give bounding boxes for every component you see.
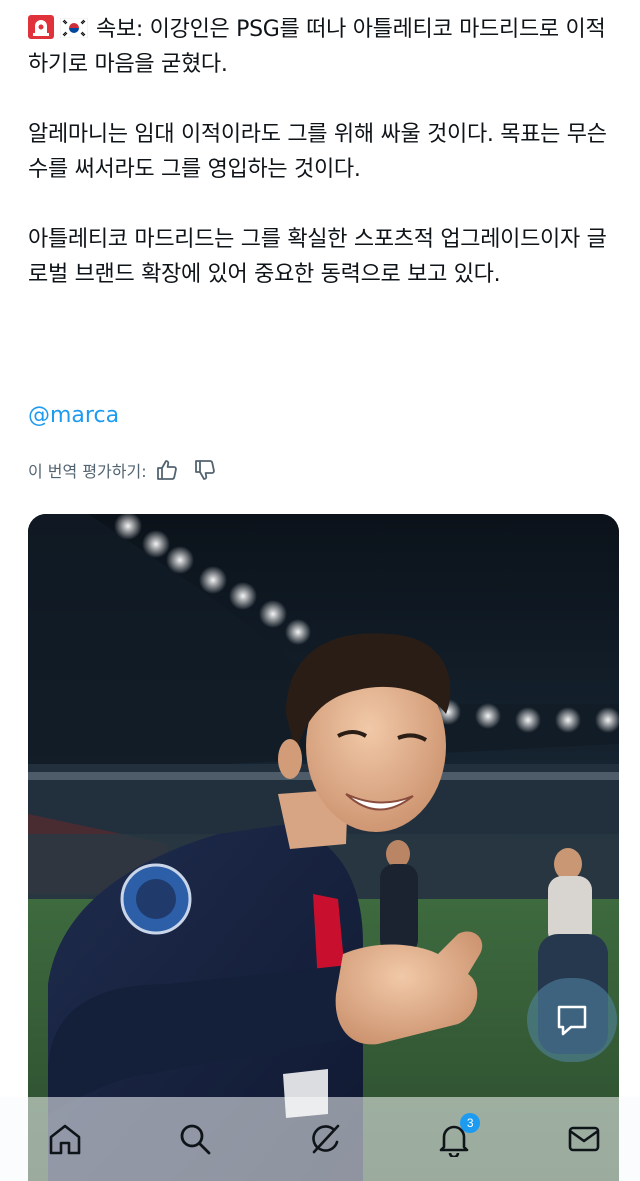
nav-grok[interactable] (305, 1119, 345, 1159)
post-paragraph-3: 아틀레티코 마드리드는 그를 확실한 스포츠적 업그레이드이자 글로벌 브랜드 … (28, 227, 607, 287)
nav-messages[interactable] (564, 1119, 604, 1159)
siren-emoji (28, 15, 54, 39)
bottom-navigation: 3 (0, 1097, 640, 1181)
south-korea-flag-emoji (60, 18, 88, 38)
search-icon (180, 1124, 211, 1155)
nav-home[interactable] (45, 1119, 85, 1159)
compose-icon (557, 1005, 587, 1036)
grok-icon (311, 1124, 339, 1154)
thumbs-up-icon[interactable] (155, 458, 179, 482)
compose-button[interactable] (527, 978, 617, 1062)
post-paragraph-1-text: 속보: 이강인은 PSG를 떠나 아틀레티코 마드리드로 이적하기로 마음을 굳… (28, 17, 606, 77)
notification-count-badge: 3 (460, 1113, 481, 1133)
post-paragraph-2: 알레마니는 임대 이적이라도 그를 위해 싸울 것이다. 목표는 무슨 수를 써… (28, 122, 607, 182)
home-icon (49, 1124, 81, 1155)
messages-icon (568, 1126, 600, 1152)
translation-rating-label: 이 번역 평가하기: (28, 462, 147, 481)
mention-link[interactable]: @marca (28, 398, 119, 433)
nav-search[interactable] (175, 1119, 215, 1159)
photo-of-player[interactable] (28, 514, 619, 1181)
post-body: 속보: 이강인은 PSG를 떠나 아틀레티코 마드리드로 이적하기로 마음을 굳… (28, 12, 620, 327)
tweet-detail-screen: 속보: 이강인은 PSG를 떠나 아틀레티코 마드리드로 이적하기로 마음을 굳… (0, 0, 640, 1181)
translation-rating: 이 번역 평가하기: (28, 458, 217, 482)
post-paragraph-1: 속보: 이강인은 PSG를 떠나 아틀레티코 마드리드로 이적하기로 마음을 굳… (28, 12, 620, 82)
photo-illustration (28, 514, 619, 1181)
nav-notifications[interactable]: 3 (434, 1113, 481, 1159)
thumbs-down-icon[interactable] (193, 458, 217, 482)
